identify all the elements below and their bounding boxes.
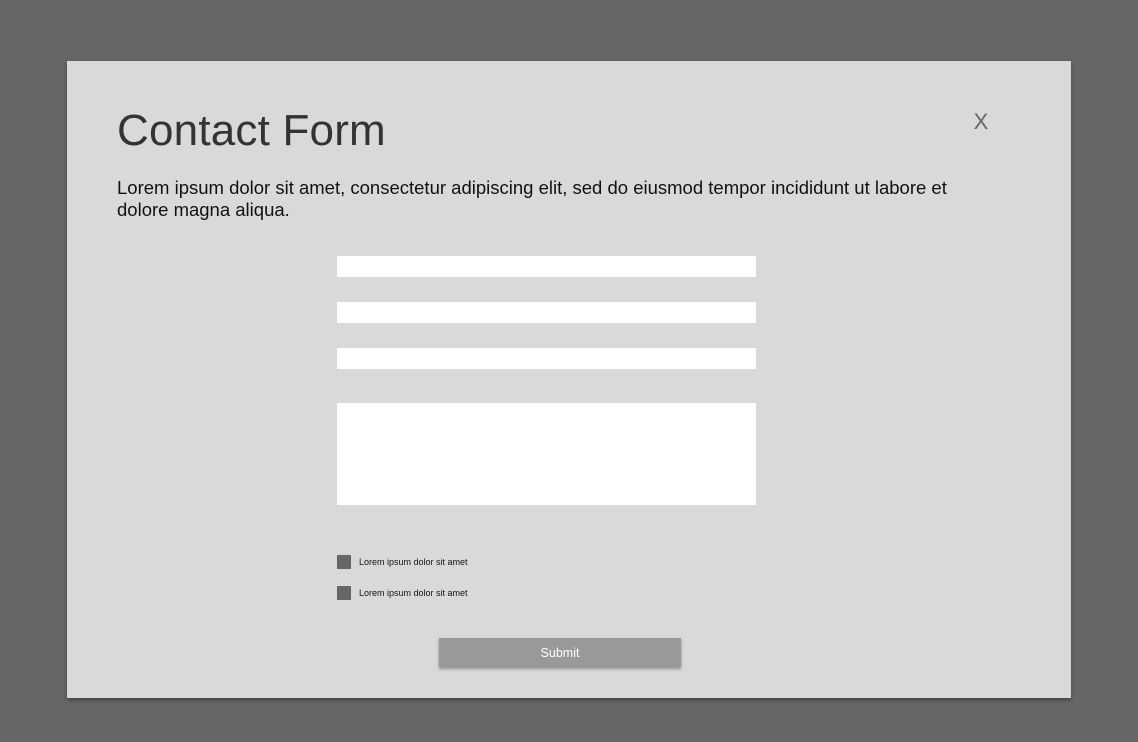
form-field-1[interactable] (337, 256, 756, 277)
form-field-2[interactable] (337, 302, 756, 323)
checkbox-2[interactable] (337, 586, 351, 600)
close-button[interactable]: X (967, 107, 995, 137)
checkbox-1-label: Lorem ipsum dolor sit amet (359, 557, 468, 567)
checkbox-row-2[interactable]: Lorem ipsum dolor sit amet (337, 586, 468, 600)
message-textarea[interactable] (337, 403, 756, 505)
checkbox-row-1[interactable]: Lorem ipsum dolor sit amet (337, 555, 468, 569)
checkbox-2-label: Lorem ipsum dolor sit amet (359, 588, 468, 598)
checkbox-1[interactable] (337, 555, 351, 569)
submit-button[interactable]: Submit (439, 638, 681, 667)
modal-title: Contact Form (117, 106, 386, 155)
contact-modal: Contact Form X Lorem ipsum dolor sit ame… (67, 61, 1071, 698)
modal-description: Lorem ipsum dolor sit amet, consectetur … (117, 177, 947, 220)
form-field-3[interactable] (337, 348, 756, 369)
